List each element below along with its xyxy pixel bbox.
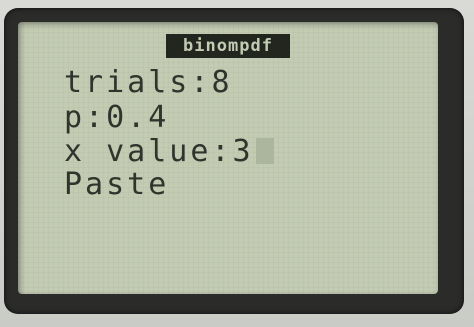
x-value-field[interactable]: x value:3 [64, 135, 274, 169]
trials-field[interactable]: trials:8 [64, 66, 233, 100]
p-value[interactable]: 0.4 [106, 100, 169, 135]
x-value-value[interactable]: 3 [233, 134, 254, 169]
menu-title: binompdf [166, 34, 290, 58]
lcd-screen: binompdf trials:8 p:0.4 x value:3 Paste [18, 22, 438, 294]
trials-label: trials: [64, 65, 212, 100]
x-value-label: x value: [64, 134, 233, 169]
trials-value[interactable]: 8 [211, 65, 232, 100]
text-cursor [255, 138, 274, 164]
calculator-device: binompdf trials:8 p:0.4 x value:3 Paste [0, 0, 474, 327]
p-label: p: [64, 100, 107, 135]
p-field[interactable]: p:0.4 [64, 101, 169, 135]
paste-button[interactable]: Paste [64, 168, 169, 202]
